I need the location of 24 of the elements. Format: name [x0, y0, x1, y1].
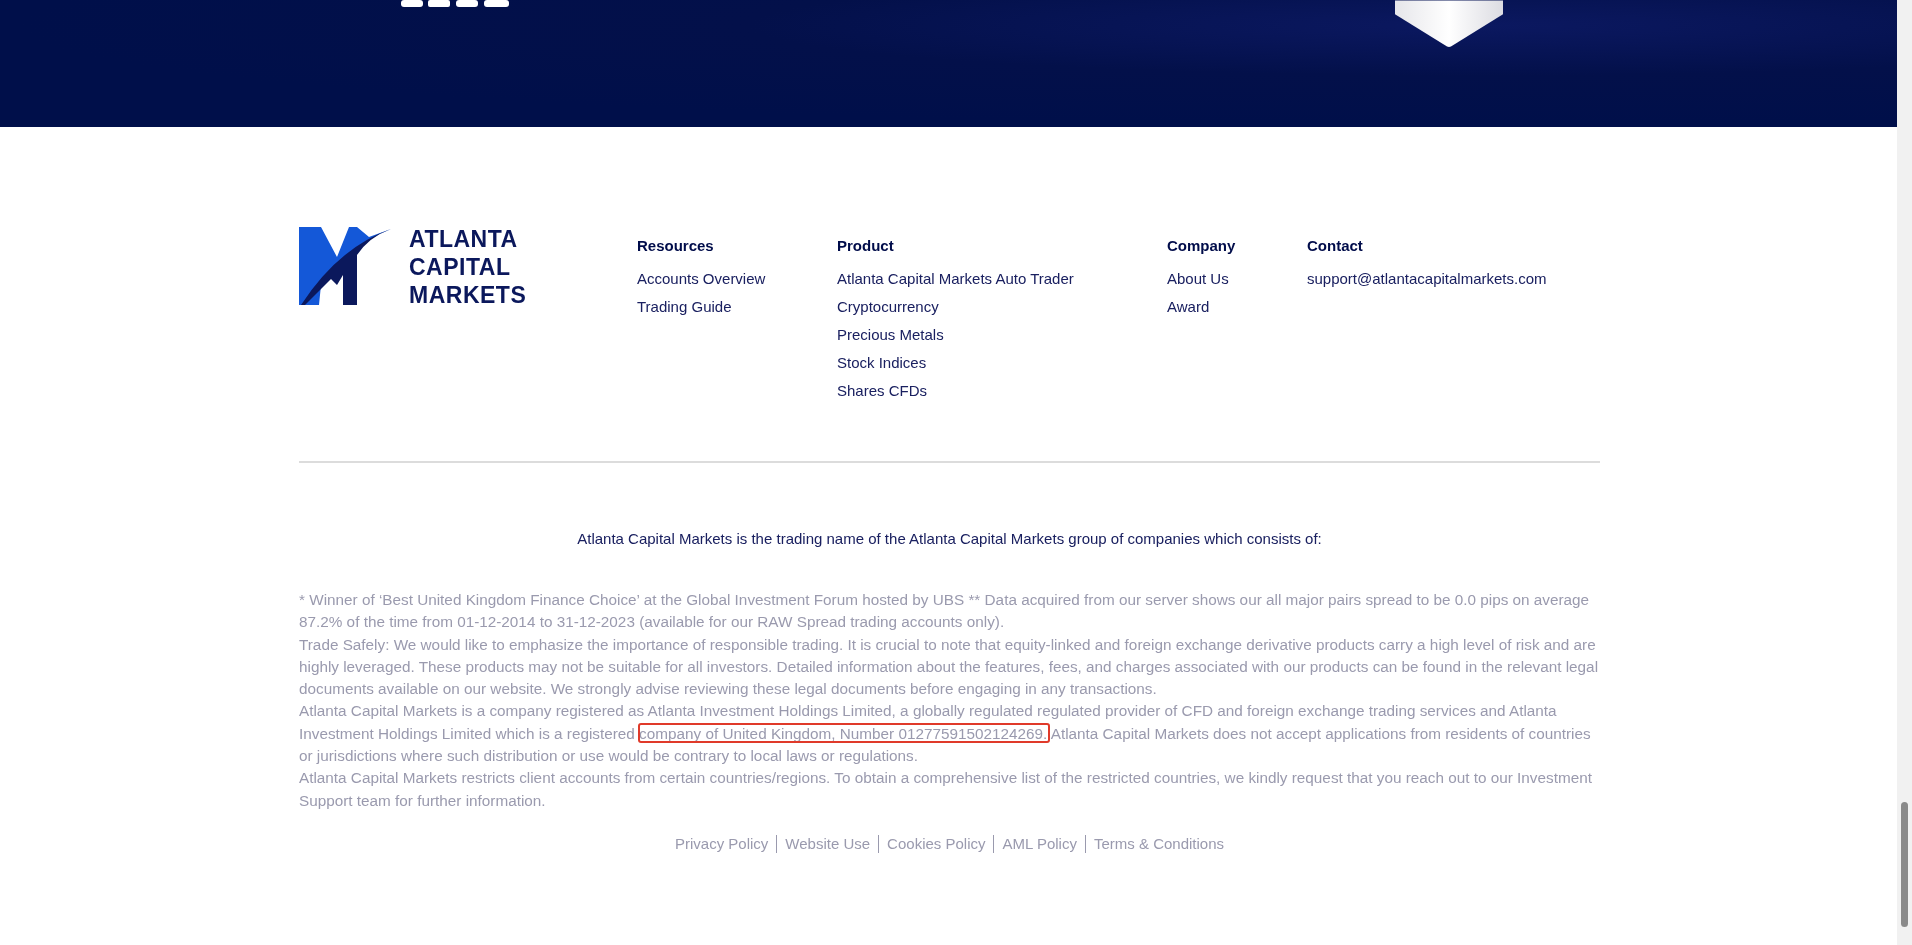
column-heading: Resources — [637, 237, 714, 255]
footer-link[interactable]: Precious Metals — [837, 321, 944, 349]
logo-icon — [299, 227, 391, 305]
scrollbar[interactable] — [1897, 0, 1912, 945]
footer-link[interactable]: Cryptocurrency — [837, 293, 939, 321]
group-note: Atlanta Capital Markets is the trading name of the Atlanta Capital Markets group of companies which consists of: — [576, 529, 1323, 549]
disclaimer-paragraph: * Winner of ‘Best United Kingdom Finance Choice’ at the Global Investment Forum hosted by UBS ** Data acquired from our server shows our all major pairs spread to be 0.0 pips on average 87.2% of the time from 01-12-2014 to 31-12-2023 (available for our RAW Spread trading accounts only). — [299, 590, 1591, 633]
footer-link[interactable]: Atlanta Capital Markets Auto Trader — [837, 265, 1074, 293]
brand-name: ATLANTA CAPITAL MARKETS — [409, 225, 527, 309]
footer-link[interactable]: Award — [1167, 293, 1210, 321]
footer-link[interactable]: Shares CFDs — [837, 377, 928, 405]
disclaimer-paragraph: Atlanta Capital Markets is a company registered as Atlanta Investment Holdings Limited, a globally regulated regulated provider of CFD and foreign exchange trading services and Atlanta Investment Holdings Limited which is a registered company of United Kingdom, Number 01277591502124269. Atlanta Capital Markets does not accept applications from residents of countries or jurisdictions where such distribution or use would be contrary to local laws or regulations. — [299, 701, 1592, 767]
footer-link[interactable]: Accounts Overview — [637, 265, 766, 293]
column-heading: Product — [837, 237, 894, 255]
column-heading: Contact — [1307, 237, 1363, 255]
footer-link[interactable]: About Us — [1167, 265, 1229, 293]
shield-icon — [1395, 0, 1503, 48]
footer-link[interactable]: Trading Guide — [637, 293, 732, 321]
footer-link[interactable]: Stock Indices — [837, 349, 927, 377]
disclaimer-paragraph: Atlanta Capital Markets restricts client accounts from certain countries/regions. To obtain a comprehensive list of the restricted countries, we kindly request that you reach out to our Investment Support team for further information. — [299, 768, 1593, 811]
scrollbar-thumb[interactable] — [1901, 802, 1908, 927]
disclaimer-paragraph: Trade Safely: We would like to emphasize the importance of responsible trading. It is crucial to note that equity-linked and foreign exchange derivative products carry a high level of risk and are highly leveraged. These products may not be suitable for all investors. Detailed information about the features, fees, and charges associated with our products can be found in the relevant legal documents available on our website. We strongly advise reviewing these legal documents before engaging in any transactions. — [299, 634, 1600, 700]
column-heading: Company — [1167, 237, 1236, 255]
footer-link[interactable]: support@atlantacapitalmarkets.com — [1307, 265, 1547, 293]
